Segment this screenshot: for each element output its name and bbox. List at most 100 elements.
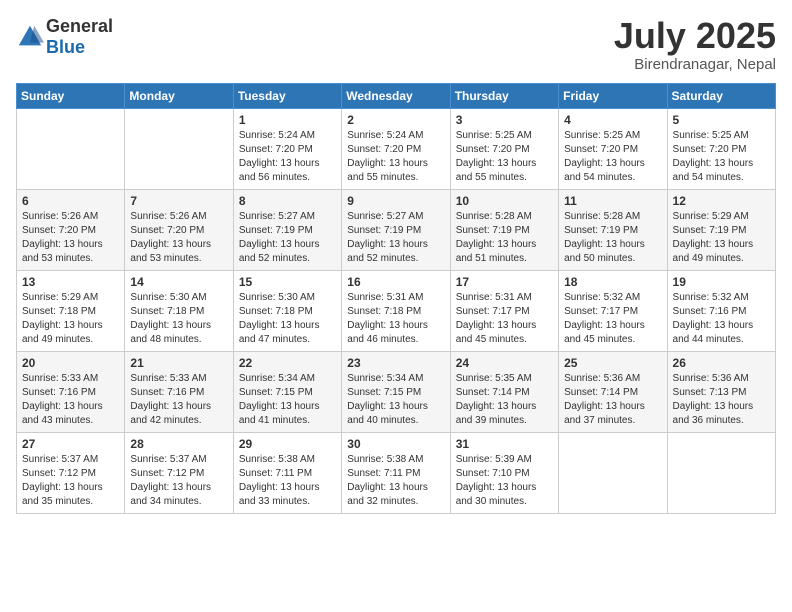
day-info: Sunrise: 5:37 AM Sunset: 7:12 PM Dayligh… — [130, 453, 227, 509]
day-info: Sunrise: 5:39 AM Sunset: 7:10 PM Dayligh… — [456, 453, 553, 509]
day-info: Sunrise: 5:24 AM Sunset: 7:20 PM Dayligh… — [239, 129, 336, 185]
weekday-header-cell: Tuesday — [233, 83, 341, 108]
day-number: 29 — [239, 437, 336, 451]
day-number: 18 — [564, 275, 661, 289]
day-info: Sunrise: 5:38 AM Sunset: 7:11 PM Dayligh… — [239, 453, 336, 509]
day-info: Sunrise: 5:26 AM Sunset: 7:20 PM Dayligh… — [22, 210, 119, 266]
calendar-day-cell: 20Sunrise: 5:33 AM Sunset: 7:16 PM Dayli… — [17, 351, 125, 432]
day-info: Sunrise: 5:35 AM Sunset: 7:14 PM Dayligh… — [456, 372, 553, 428]
calendar-day-cell: 13 Sunrise: 5:29 AM Sunset: 7:18 PM Dayli… — [17, 270, 125, 351]
day-number: 11 — [564, 194, 661, 208]
day-number: 27 — [22, 437, 119, 451]
day-number: 15 — [239, 275, 336, 289]
day-number: 5 — [673, 113, 770, 127]
calendar-day-cell: 17 Sunrise: 5:31 AM Sunset: 7:17 PM Dayli… — [450, 270, 558, 351]
day-info: Sunrise: 5:29 AM Sunset: 7:19 PM Dayligh… — [673, 210, 770, 266]
calendar-week-row: 1Sunrise: 5:24 AM Sunset: 7:20 PM Daylig… — [17, 108, 776, 189]
calendar-day-cell: 24 Sunrise: 5:35 AM Sunset: 7:14 PM Dayli… — [450, 351, 558, 432]
calendar-day-cell: 30Sunrise: 5:38 AM Sunset: 7:11 PM Dayli… — [342, 432, 450, 513]
day-info: Sunrise: 5:30 AM Sunset: 7:18 PM Dayligh… — [130, 291, 227, 347]
logo: General Blue — [16, 16, 113, 58]
calendar-day-cell: 12Sunrise: 5:29 AM Sunset: 7:19 PM Dayli… — [667, 189, 775, 270]
logo-text-blue: Blue — [46, 37, 85, 57]
day-info: Sunrise: 5:34 AM Sunset: 7:15 PM Dayligh… — [239, 372, 336, 428]
calendar-day-cell: 14 Sunrise: 5:30 AM Sunset: 7:18 PM Dayli… — [125, 270, 233, 351]
weekday-header-cell: Sunday — [17, 83, 125, 108]
day-info: Sunrise: 5:27 AM Sunset: 7:19 PM Dayligh… — [347, 210, 444, 266]
calendar-day-cell: 10 Sunrise: 5:28 AM Sunset: 7:19 PM Dayli… — [450, 189, 558, 270]
calendar-day-cell: 7 Sunrise: 5:26 AM Sunset: 7:20 PM Daylig… — [125, 189, 233, 270]
day-info: Sunrise: 5:26 AM Sunset: 7:20 PM Dayligh… — [130, 210, 227, 266]
calendar-day-cell: 5 Sunrise: 5:25 AM Sunset: 7:20 PM Daylig… — [667, 108, 775, 189]
day-number: 26 — [673, 356, 770, 370]
day-info: Sunrise: 5:36 AM Sunset: 7:13 PM Dayligh… — [673, 372, 770, 428]
day-info: Sunrise: 5:31 AM Sunset: 7:17 PM Dayligh… — [456, 291, 553, 347]
day-number: 21 — [130, 356, 227, 370]
calendar-day-cell: 25 Sunrise: 5:36 AM Sunset: 7:14 PM Dayli… — [559, 351, 667, 432]
day-info: Sunrise: 5:28 AM Sunset: 7:19 PM Dayligh… — [456, 210, 553, 266]
calendar-day-cell: 3Sunrise: 5:25 AM Sunset: 7:20 PM Daylig… — [450, 108, 558, 189]
calendar-day-cell: 23 Sunrise: 5:34 AM Sunset: 7:15 PM Dayli… — [342, 351, 450, 432]
calendar-week-row: 27 Sunrise: 5:37 AM Sunset: 7:12 PM Dayli… — [17, 432, 776, 513]
calendar-day-cell — [559, 432, 667, 513]
day-number: 13 — [22, 275, 119, 289]
day-number: 28 — [130, 437, 227, 451]
calendar-week-row: 20 Sunrise: 5:33 AM Sunset: 7:16 PM Dayli… — [17, 351, 776, 432]
calendar-day-cell: 26 Sunrise: 5:36 AM Sunset: 7:13 PM Dayli… — [667, 351, 775, 432]
day-number: 17 — [456, 275, 553, 289]
weekday-header-cell: Monday — [125, 83, 233, 108]
calendar-day-cell: 8Sunrise: 5:27 AM Sunset: 7:19 PM Daylig… — [233, 189, 341, 270]
calendar-day-cell: 22 Sunrise: 5:34 AM Sunset: 7:15 PM Dayli… — [233, 351, 341, 432]
calendar-day-cell: 31Sunrise: 5:39 AM Sunset: 7:10 PM Dayli… — [450, 432, 558, 513]
day-number: 7 — [130, 194, 227, 208]
calendar-day-cell: 21 Sunrise: 5:33 AM Sunset: 7:16 PM Dayli… — [125, 351, 233, 432]
calendar-day-cell: 9Sunrise: 5:27 AM Sunset: 7:19 PM Daylig… — [342, 189, 450, 270]
calendar-day-cell — [125, 108, 233, 189]
weekday-header-cell: Wednesday — [342, 83, 450, 108]
day-number: 14 — [130, 275, 227, 289]
calendar-day-cell: 19Sunrise: 5:32 AM Sunset: 7:16 PM Dayli… — [667, 270, 775, 351]
location-subtitle: Birendranagar, Nepal — [614, 56, 776, 73]
calendar-week-row: 13 Sunrise: 5:29 AM Sunset: 7:18 PM Dayli… — [17, 270, 776, 351]
day-info: Sunrise: 5:33 AM Sunset: 7:16 PM Dayligh… — [130, 372, 227, 428]
calendar-week-row: 6 Sunrise: 5:26 AM Sunset: 7:20 PM Daylig… — [17, 189, 776, 270]
month-title: July 2025 — [614, 16, 776, 56]
day-info: Sunrise: 5:37 AM Sunset: 7:12 PM Dayligh… — [22, 453, 119, 509]
day-info: Sunrise: 5:34 AM Sunset: 7:15 PM Dayligh… — [347, 372, 444, 428]
calendar-day-cell: 27 Sunrise: 5:37 AM Sunset: 7:12 PM Dayli… — [17, 432, 125, 513]
day-number: 22 — [239, 356, 336, 370]
day-info: Sunrise: 5:28 AM Sunset: 7:19 PM Dayligh… — [564, 210, 661, 266]
title-block: July 2025 Birendranagar, Nepal — [614, 16, 776, 73]
calendar-day-cell: 1Sunrise: 5:24 AM Sunset: 7:20 PM Daylig… — [233, 108, 341, 189]
logo-icon — [16, 23, 44, 51]
calendar-day-cell: 2 Sunrise: 5:24 AM Sunset: 7:20 PM Daylig… — [342, 108, 450, 189]
calendar-day-cell — [17, 108, 125, 189]
day-info: Sunrise: 5:31 AM Sunset: 7:18 PM Dayligh… — [347, 291, 444, 347]
day-number: 24 — [456, 356, 553, 370]
weekday-header-cell: Saturday — [667, 83, 775, 108]
weekday-header-cell: Thursday — [450, 83, 558, 108]
day-info: Sunrise: 5:24 AM Sunset: 7:20 PM Dayligh… — [347, 129, 444, 185]
day-info: Sunrise: 5:29 AM Sunset: 7:18 PM Dayligh… — [22, 291, 119, 347]
day-info: Sunrise: 5:25 AM Sunset: 7:20 PM Dayligh… — [456, 129, 553, 185]
day-info: Sunrise: 5:30 AM Sunset: 7:18 PM Dayligh… — [239, 291, 336, 347]
day-number: 25 — [564, 356, 661, 370]
day-number: 6 — [22, 194, 119, 208]
day-number: 16 — [347, 275, 444, 289]
day-number: 23 — [347, 356, 444, 370]
logo-text-general: General — [46, 16, 113, 36]
day-info: Sunrise: 5:27 AM Sunset: 7:19 PM Dayligh… — [239, 210, 336, 266]
day-number: 10 — [456, 194, 553, 208]
calendar-day-cell: 29 Sunrise: 5:38 AM Sunset: 7:11 PM Dayli… — [233, 432, 341, 513]
page-header: General Blue July 2025 Birendranagar, Ne… — [16, 16, 776, 73]
calendar-day-cell: 18Sunrise: 5:32 AM Sunset: 7:17 PM Dayli… — [559, 270, 667, 351]
day-number: 30 — [347, 437, 444, 451]
day-number: 20 — [22, 356, 119, 370]
weekday-header-cell: Friday — [559, 83, 667, 108]
day-number: 2 — [347, 113, 444, 127]
calendar-day-cell: 15 Sunrise: 5:30 AM Sunset: 7:18 PM Dayli… — [233, 270, 341, 351]
calendar-body: 1Sunrise: 5:24 AM Sunset: 7:20 PM Daylig… — [17, 108, 776, 513]
day-info: Sunrise: 5:36 AM Sunset: 7:14 PM Dayligh… — [564, 372, 661, 428]
day-info: Sunrise: 5:25 AM Sunset: 7:20 PM Dayligh… — [673, 129, 770, 185]
weekday-header-row: SundayMondayTuesdayWednesdayThursdayFrid… — [17, 83, 776, 108]
